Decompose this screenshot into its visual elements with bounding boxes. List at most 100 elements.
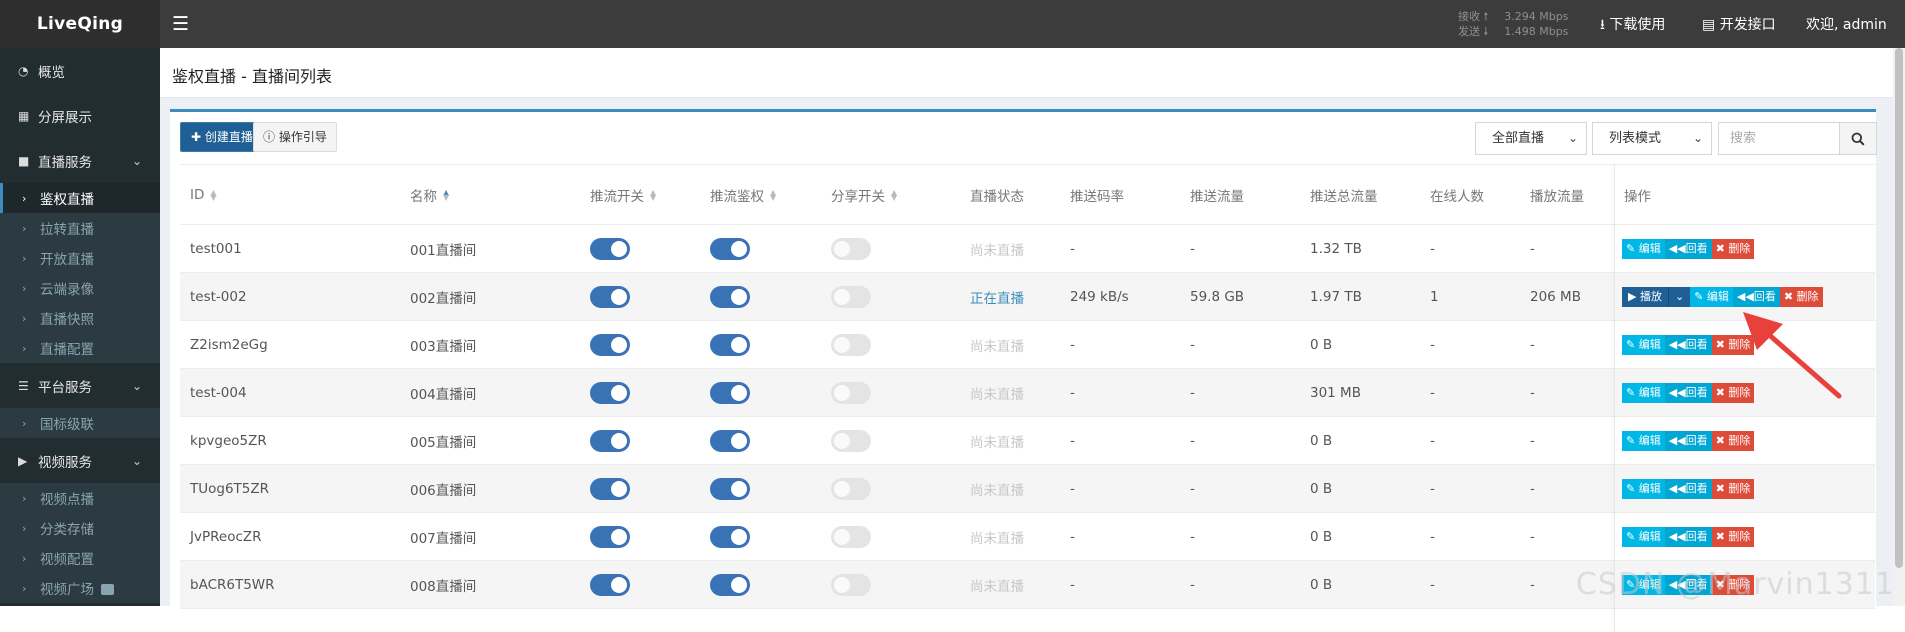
delete-button[interactable]: ✖ 删除 — [1712, 479, 1755, 499]
sidebar-item-overview[interactable]: ◔概览 — [0, 48, 160, 93]
delete-label: 删除 — [1728, 434, 1750, 447]
share-switch-toggle[interactable] — [831, 334, 871, 356]
push-auth-toggle[interactable] — [710, 382, 750, 404]
delete-button[interactable]: ✖ 删除 — [1712, 527, 1755, 547]
play-button[interactable]: ▶ 播放 — [1622, 287, 1668, 307]
push-switch-toggle[interactable] — [590, 382, 630, 404]
share-switch-toggle[interactable] — [831, 382, 871, 404]
delete-button[interactable]: ✖ 删除 — [1712, 431, 1755, 451]
arrow-up-icon: 🠕 — [1484, 10, 1489, 23]
view-mode-value: 列表模式 — [1609, 131, 1661, 146]
download-label: 下载使用 — [1609, 17, 1665, 33]
share-switch-toggle[interactable] — [831, 286, 871, 308]
push-switch-toggle[interactable] — [590, 430, 630, 452]
sidebar-item-video-config[interactable]: ›视频配置 — [0, 543, 160, 573]
col-name-header[interactable]: 名称▲▼ — [410, 165, 449, 224]
info-circle-icon: ⓘ — [263, 130, 275, 144]
edit-button[interactable]: ✎ 编辑 — [1690, 287, 1733, 307]
share-switch-toggle[interactable] — [831, 574, 871, 596]
cell-push-total: 301 MB — [1310, 369, 1361, 416]
col-push-auth-header[interactable]: 推流鉴权▲▼ — [710, 165, 776, 224]
push-switch-toggle[interactable] — [590, 286, 630, 308]
sidebar-item-live-config[interactable]: ›直播配置 — [0, 333, 160, 363]
sidebar-item-video-service[interactable]: ▶视频服务⌄ — [0, 438, 160, 483]
sidebar-item-live-snapshot[interactable]: ›直播快照 — [0, 303, 160, 333]
push-auth-toggle[interactable] — [710, 430, 750, 452]
toggle-knob — [731, 481, 747, 497]
delete-button[interactable]: ✖ 删除 — [1780, 287, 1823, 307]
push-auth-toggle[interactable] — [710, 574, 750, 596]
search-input[interactable] — [1718, 122, 1840, 155]
view-mode-select[interactable]: 列表模式⌄ — [1592, 122, 1712, 155]
push-auth-toggle[interactable] — [710, 286, 750, 308]
col-push-switch-label: 推流开关 — [590, 185, 644, 205]
sidebar-item-split-screen[interactable]: ▦分屏展示 — [0, 93, 160, 138]
share-switch-toggle[interactable] — [831, 478, 871, 500]
replay-label: 回看 — [1686, 242, 1708, 255]
sidebar-item-live-service[interactable]: ■直播服务⌄ — [0, 138, 160, 183]
push-switch-toggle[interactable] — [590, 526, 630, 548]
cell-push-flow: - — [1190, 225, 1195, 272]
edit-button[interactable]: ✎ 编辑 — [1622, 431, 1665, 451]
col-share-switch-header[interactable]: 分享开关▲▼ — [831, 165, 897, 224]
share-switch-toggle[interactable] — [831, 526, 871, 548]
delete-button[interactable]: ✖ 删除 — [1712, 239, 1755, 259]
replay-button[interactable]: ◀◀回看 — [1665, 527, 1712, 547]
live-filter-select[interactable]: 全部直播⌄ — [1475, 122, 1587, 155]
edit-button[interactable]: ✎ 编辑 — [1622, 479, 1665, 499]
sort-icon: ▲▼ — [650, 190, 656, 200]
push-switch-toggle[interactable] — [590, 238, 630, 260]
api-link[interactable]: ▤ 开发接口 — [1702, 14, 1776, 34]
sidebar-item-open-live[interactable]: ›开放直播 — [0, 243, 160, 273]
push-auth-toggle[interactable] — [710, 526, 750, 548]
app-logo[interactable]: LiveQing — [0, 0, 160, 48]
sidebar-item-video-square[interactable]: ›视频广场 — [0, 573, 160, 603]
create-live-button[interactable]: ✚ 创建直播 — [180, 122, 264, 152]
edit-button[interactable]: ✎ 编辑 — [1622, 527, 1665, 547]
cell-live-status: 尚未直播 — [970, 417, 1024, 464]
share-switch-toggle[interactable] — [831, 430, 871, 452]
toggle-knob — [731, 385, 747, 401]
sidebar-item-gb-cascade[interactable]: ›国标级联 — [0, 408, 160, 438]
page-scrollbar[interactable] — [1893, 48, 1905, 606]
col-share-switch-label: 分享开关 — [831, 185, 885, 205]
video-service-submenu: ›视频点播 ›分类存储 ›视频配置 ›视频广场 — [0, 483, 160, 603]
push-switch-toggle[interactable] — [590, 334, 630, 356]
col-push-switch-header[interactable]: 推流开关 ▲▼ — [590, 165, 656, 224]
sidebar-item-pull-live[interactable]: ›拉转直播 — [0, 213, 160, 243]
share-switch-toggle[interactable] — [831, 238, 871, 260]
col-id-header[interactable]: ID▲▼ — [190, 165, 217, 224]
replay-button[interactable]: ◀◀回看 — [1665, 479, 1712, 499]
replay-button[interactable]: ◀◀回看 — [1733, 287, 1780, 307]
push-auth-toggle[interactable] — [710, 238, 750, 260]
push-switch-toggle[interactable] — [590, 574, 630, 596]
backward-icon: ◀◀ — [1669, 242, 1686, 255]
replay-button[interactable]: ◀◀回看 — [1665, 335, 1712, 355]
download-link[interactable]: ⭳ 下载使用 — [1600, 14, 1665, 38]
sidebar-item-vod[interactable]: ›视频点播 — [0, 483, 160, 513]
bars-icon[interactable]: ☰ — [172, 13, 189, 35]
replay-button[interactable]: ◀◀回看 — [1665, 383, 1712, 403]
replay-button[interactable]: ◀◀回看 — [1665, 239, 1712, 259]
push-auth-toggle[interactable] — [710, 478, 750, 500]
edit-button[interactable]: ✎ 编辑 — [1622, 335, 1665, 355]
backward-icon: ◀◀ — [1669, 482, 1686, 495]
cell-live-status: 尚未直播 — [970, 513, 1024, 560]
sort-asc-icon: ▲▼ — [443, 190, 449, 200]
play-dropdown-toggle[interactable]: ⌄ — [1668, 287, 1690, 307]
chevron-right-icon: › — [22, 282, 40, 295]
edit-button[interactable]: ✎ 编辑 — [1622, 383, 1665, 403]
sidebar-item-platform-service[interactable]: ☰平台服务⌄ — [0, 363, 160, 408]
sidebar-item-auth-live[interactable]: ›鉴权直播 — [0, 183, 160, 213]
guide-button[interactable]: ⓘ 操作引导 — [253, 122, 337, 152]
replay-button[interactable]: ◀◀回看 — [1665, 431, 1712, 451]
chevron-right-icon: › — [22, 522, 40, 535]
push-switch-toggle[interactable] — [590, 478, 630, 500]
sidebar-item-category-storage[interactable]: ›分类存储 — [0, 513, 160, 543]
edit-button[interactable]: ✎ 编辑 — [1622, 239, 1665, 259]
user-menu[interactable]: 欢迎, admin — [1806, 14, 1887, 34]
sidebar-item-cloud-record[interactable]: ›云端录像 — [0, 273, 160, 303]
scrollbar-thumb[interactable] — [1895, 48, 1903, 568]
search-button[interactable] — [1839, 122, 1877, 155]
push-auth-toggle[interactable] — [710, 334, 750, 356]
